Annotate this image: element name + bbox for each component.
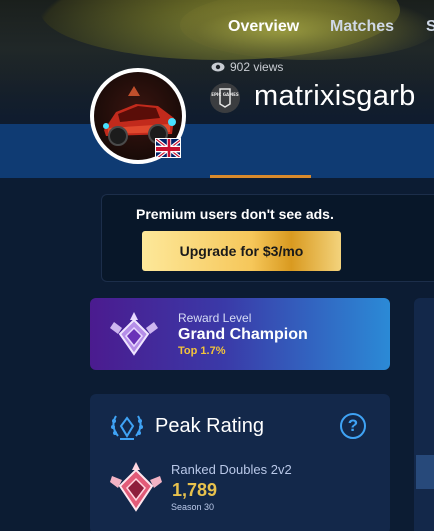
peak-rating-title: Peak Rating [155, 415, 264, 437]
tab-matches[interactable]: Matches [330, 0, 394, 54]
side-panel-highlight [416, 455, 434, 489]
uk-flag-icon [155, 138, 181, 158]
epic-logo-text: EPIC GAMES [211, 92, 239, 97]
ad-message: Premium users don't see ads. [136, 206, 334, 222]
tab-overview[interactable]: Overview [228, 0, 299, 54]
laurel-icon [108, 412, 146, 442]
view-count: 902 views [211, 60, 283, 74]
epic-games-icon: EPIC GAMES [210, 83, 240, 113]
grand-champion-rank-icon [108, 460, 164, 514]
help-icon[interactable]: ? [340, 413, 366, 439]
peak-rating-value: 1,789 [172, 480, 218, 500]
username: matrixisgarb [254, 80, 416, 112]
upgrade-button[interactable]: Upgrade for $3/mo [142, 231, 341, 271]
side-panel [414, 298, 434, 531]
eye-icon [211, 62, 225, 72]
reward-percentile: Top 1.7% [178, 345, 226, 357]
reward-level-label: Reward Level [178, 311, 252, 325]
tab-more[interactable]: S [426, 0, 434, 54]
grand-champion-rank-icon [108, 310, 160, 358]
reward-rank-name: Grand Champion [178, 326, 308, 343]
profile-nav [0, 124, 434, 178]
peak-playlist-name: Ranked Doubles 2v2 [171, 462, 292, 477]
active-tab-indicator [210, 175, 311, 178]
peak-season: Season 30 [171, 502, 215, 512]
view-count-text: 902 views [230, 60, 284, 74]
